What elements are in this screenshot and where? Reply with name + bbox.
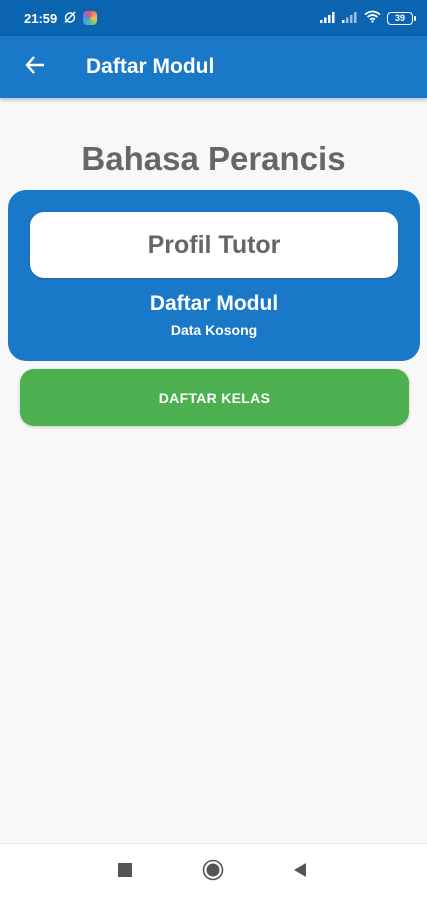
status-right: 39 [320,10,416,26]
profile-tutor-button[interactable]: Profil Tutor [30,212,398,278]
app-bar: Daftar Modul [0,36,427,98]
alarm-off-icon [63,10,77,27]
system-back-button[interactable] [278,850,322,894]
class-list-button[interactable]: DAFTAR KELAS [20,369,409,426]
module-card: Profil Tutor Daftar Modul Data Kosong [8,190,420,361]
square-icon [118,862,132,882]
signal-icon-secondary [342,11,358,26]
circle-icon [202,859,224,886]
status-time: 21:59 [24,10,58,26]
recents-button[interactable] [103,850,147,894]
signal-icon [320,11,336,26]
page-heading: Bahasa Perancis [81,140,346,177]
arrow-left-icon [24,54,46,81]
system-nav-bar [0,843,427,900]
battery-icon: 39 [387,11,416,25]
app-notification-icon [83,11,98,25]
app-bar-title: Daftar Modul [86,55,215,78]
status-left: 21:59 [24,10,98,27]
card-title: Daftar Modul [149,292,279,315]
home-button[interactable] [191,850,235,894]
back-button[interactable] [13,45,57,89]
status-bar: 21:59 39 [0,0,427,36]
triangle-back-icon [293,862,307,882]
card-empty-message: Data Kosong [170,322,258,338]
wifi-icon [364,10,381,26]
